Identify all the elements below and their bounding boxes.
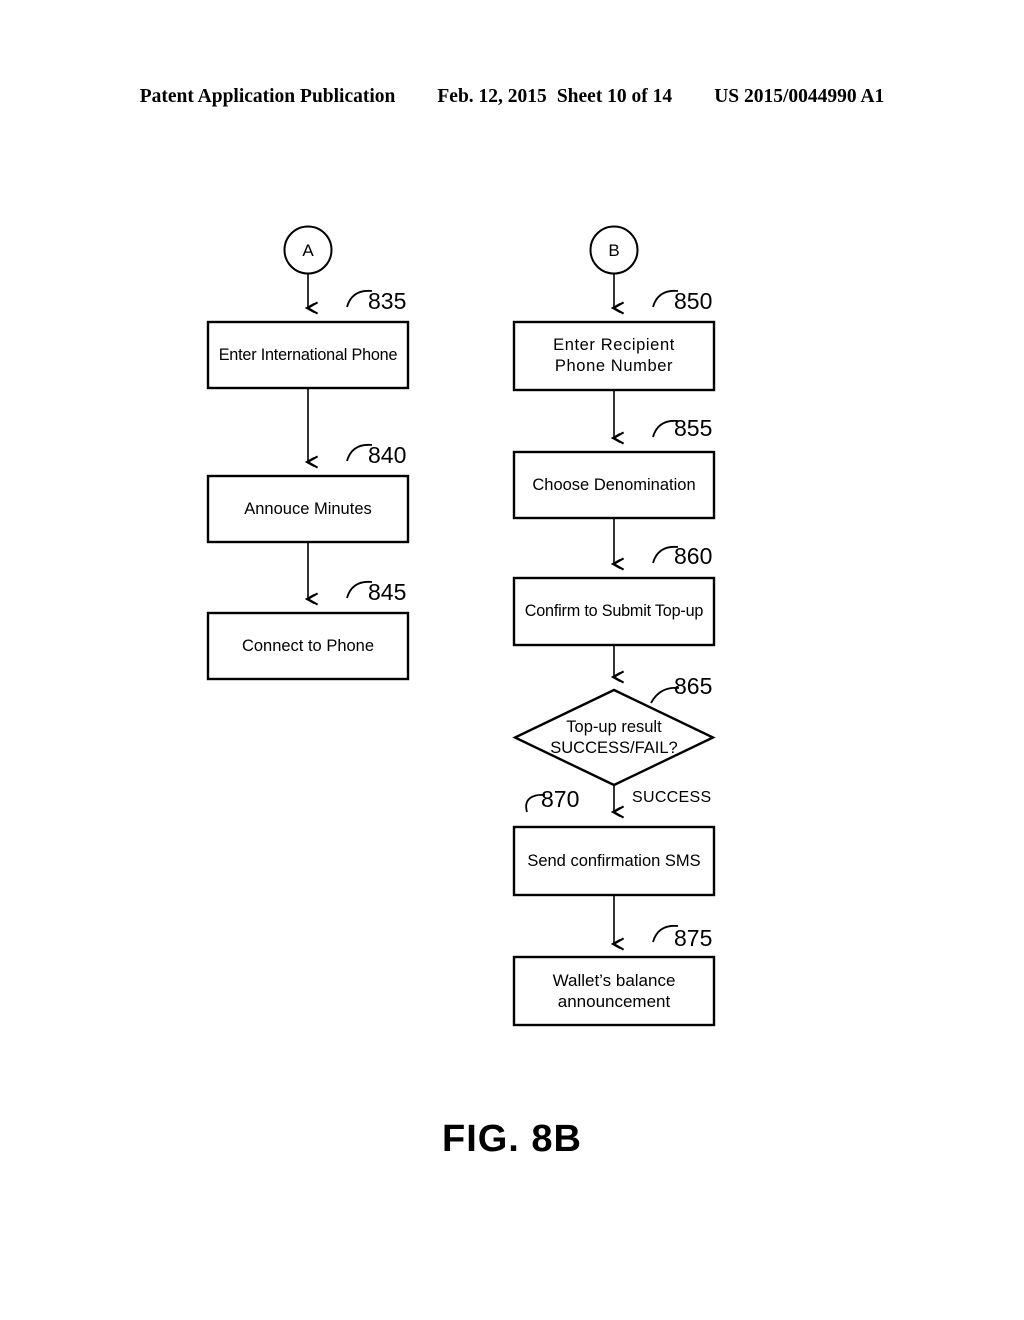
process-box-860 (512, 576, 716, 647)
ref-numeral-870: 870 (541, 786, 580, 812)
ref-numeral-865: 865 (674, 673, 713, 699)
connector-label-b: B (608, 241, 620, 260)
ref-numeral-850: 850 (674, 288, 713, 314)
edge-label-success: SUCCESS (632, 789, 712, 806)
process-box-835 (206, 320, 410, 390)
decision-diamond-865 (512, 688, 716, 787)
process-box-870 (512, 825, 716, 897)
process-box-875 (512, 955, 716, 1027)
ref-numeral-855: 855 (674, 415, 713, 441)
ref-numeral-875: 875 (674, 925, 713, 951)
connector-label-a: A (302, 241, 314, 260)
ref-numeral-835: 835 (368, 288, 407, 314)
process-box-855 (512, 450, 716, 520)
process-box-845 (206, 611, 410, 681)
ref-numeral-845: 845 (368, 579, 407, 605)
ref-numeral-860: 860 (674, 543, 713, 569)
process-box-850 (512, 320, 716, 392)
ref-numeral-840: 840 (368, 442, 407, 468)
process-box-840 (206, 474, 410, 544)
figure-caption: FIG. 8B (441, 1118, 583, 1160)
